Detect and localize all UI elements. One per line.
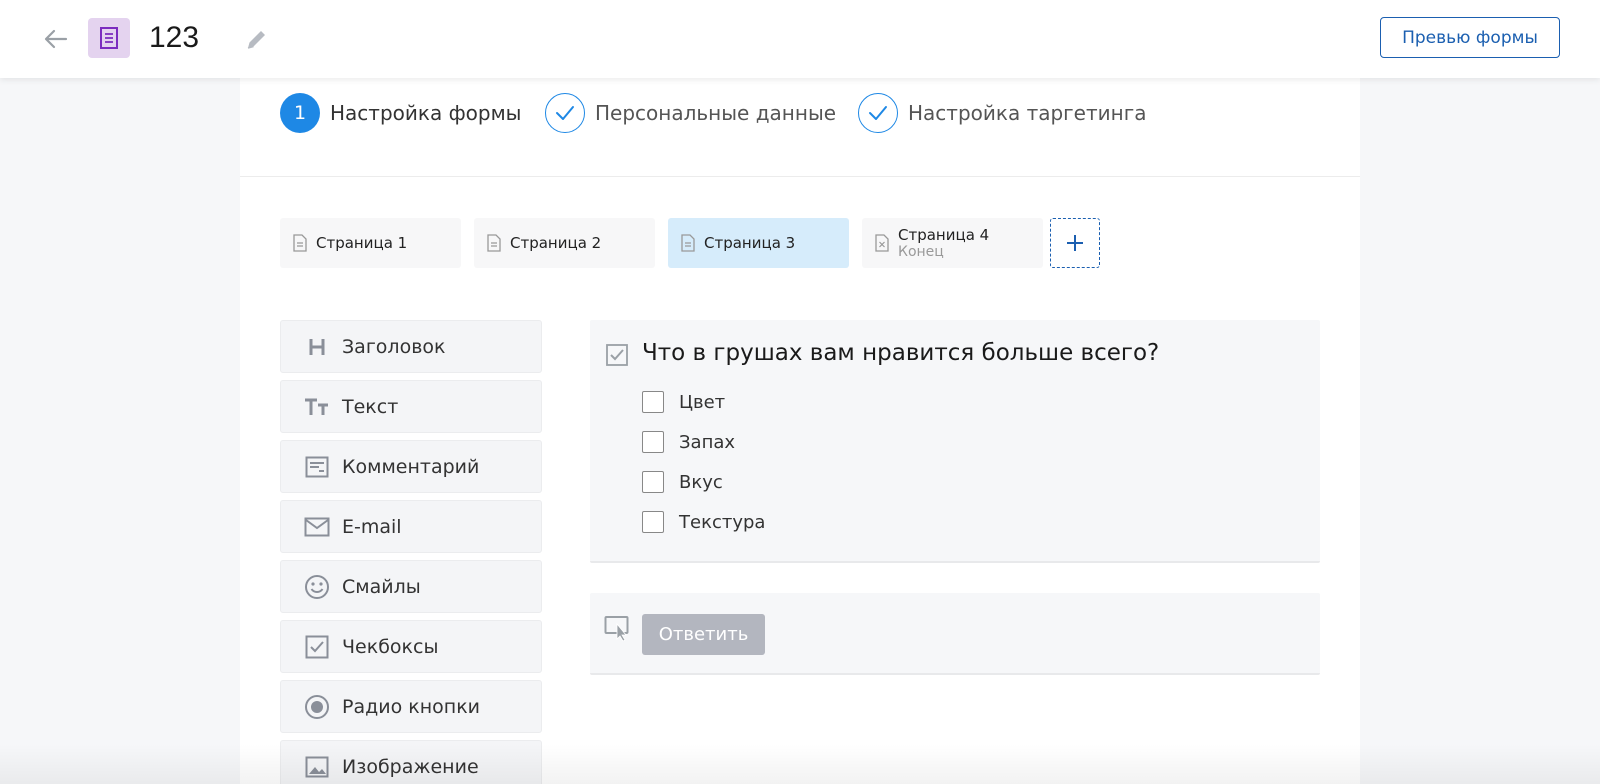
palette-label: Заголовок (342, 335, 446, 358)
step-label: Персональные данные (595, 101, 837, 125)
click-pointer-icon (604, 616, 629, 642)
form-document-icon (88, 18, 130, 58)
page-icon (293, 234, 307, 252)
submit-block[interactable]: Ответить (590, 593, 1320, 675)
option-checkbox[interactable] (642, 431, 664, 453)
end-page-icon (875, 234, 889, 252)
option-label: Вкус (679, 471, 723, 493)
preview-form-button[interactable]: Превью формы (1380, 17, 1560, 58)
step-check-icon (545, 93, 585, 133)
palette-label: Комментарий (342, 455, 480, 478)
palette-label: E-mail (342, 515, 402, 538)
step-number-badge: 1 (280, 93, 320, 133)
option-checkbox[interactable] (642, 471, 664, 493)
add-page-button[interactable] (1050, 218, 1100, 268)
option-label: Текстура (679, 511, 766, 533)
palette-item-image[interactable]: Изображение (280, 740, 542, 784)
form-title: 123 (149, 21, 200, 54)
tab-page-4[interactable]: Страница 4 Конец (862, 218, 1043, 268)
tab-page-3[interactable]: Страница 3 (668, 218, 849, 268)
mail-icon (304, 514, 330, 540)
step-personal-data[interactable]: Персональные данные (545, 93, 836, 133)
palette-item-heading[interactable]: Заголовок (280, 320, 542, 373)
checkbox-icon (304, 634, 330, 660)
step-label: Настройка формы (330, 101, 522, 125)
checkbox-type-icon (606, 344, 628, 366)
palette-item-smileys[interactable]: Смайлы (280, 560, 542, 613)
palette-item-comment[interactable]: Комментарий (280, 440, 542, 493)
option-checkbox[interactable] (642, 391, 664, 413)
palette-item-text[interactable]: Текст (280, 380, 542, 433)
text-size-icon (304, 394, 330, 420)
divider (240, 176, 1360, 177)
palette-label: Смайлы (342, 575, 421, 598)
palette-label: Текст (342, 395, 399, 418)
question-title: Что в грушах вам нравится больше всего? (642, 340, 1160, 366)
step-targeting-settings[interactable]: Настройка таргетинга (858, 93, 1146, 133)
page-icon (681, 234, 695, 252)
smiley-icon (304, 574, 330, 600)
step-label: Настройка таргетинга (908, 101, 1147, 125)
radio-icon (304, 694, 330, 720)
tab-sublabel: Конец (898, 244, 944, 260)
heading-icon (304, 334, 330, 360)
option-label: Запах (679, 431, 736, 453)
palette-item-email[interactable]: E-mail (280, 500, 542, 553)
palette-label: Радио кнопки (342, 695, 481, 718)
checkbox-question-block[interactable]: Что в грушах вам нравится больше всего? … (590, 320, 1320, 563)
option-smell[interactable]: Запах (642, 429, 735, 455)
tab-label: Страница 4 (898, 226, 990, 244)
tab-label: Страница 2 (510, 234, 602, 252)
palette-item-radio[interactable]: Радио кнопки (280, 680, 542, 733)
palette-item-checkboxes[interactable]: Чекбоксы (280, 620, 542, 673)
wizard-steps: 1 Настройка формы Персональные данные На… (280, 93, 1280, 133)
edit-pencil-icon[interactable] (243, 25, 271, 53)
top-bar: 123 Превью формы (0, 0, 1600, 78)
step-form-settings[interactable]: 1 Настройка формы (280, 93, 521, 133)
option-taste[interactable]: Вкус (642, 469, 723, 495)
form-editor: 1 Настройка формы Персональные данные На… (240, 78, 1360, 784)
tab-page-2[interactable]: Страница 2 (474, 218, 655, 268)
step-check-icon (858, 93, 898, 133)
tab-label: Страница 3 (704, 234, 796, 252)
palette-label: Чекбоксы (342, 635, 439, 658)
option-label: Цвет (679, 391, 726, 413)
option-checkbox[interactable] (642, 511, 664, 533)
page-icon (487, 234, 501, 252)
palette-label: Изображение (342, 755, 479, 778)
tab-page-1[interactable]: Страница 1 (280, 218, 461, 268)
option-texture[interactable]: Текстура (642, 509, 765, 535)
image-icon (304, 754, 330, 780)
comment-icon (304, 454, 330, 480)
submit-answer-button[interactable]: Ответить (642, 614, 765, 655)
back-arrow-icon[interactable] (42, 27, 70, 51)
tab-label: Страница 1 (316, 234, 408, 252)
plus-icon (1067, 235, 1083, 251)
option-color[interactable]: Цвет (642, 389, 725, 415)
